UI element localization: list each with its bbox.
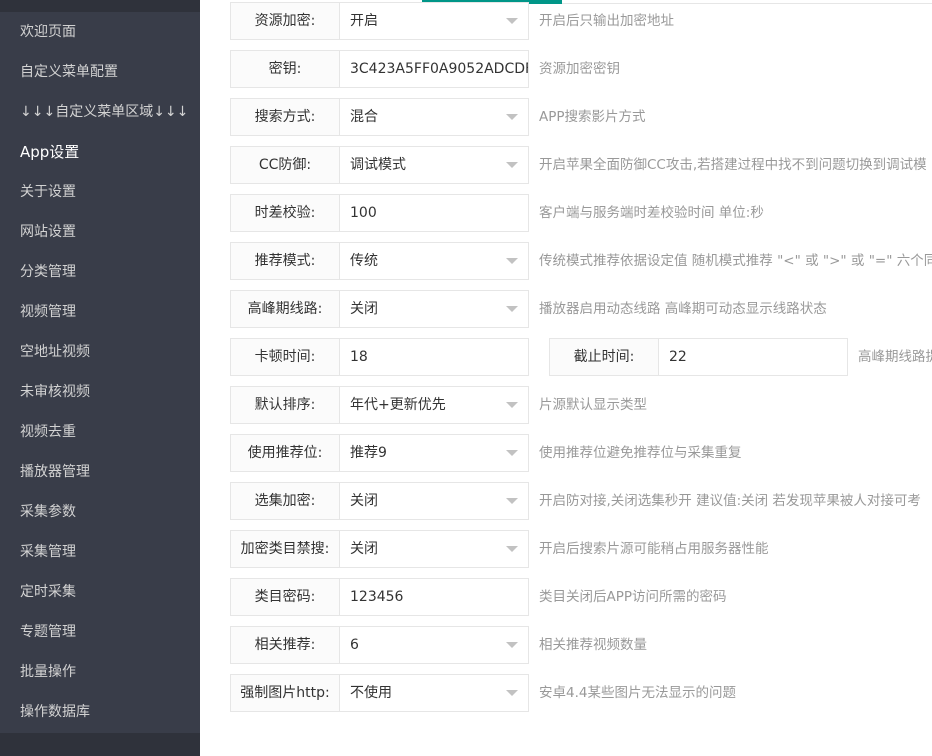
field-select[interactable]: 关闭 [340,530,529,568]
field-hint: 开启苹果全面防御CC攻击,若搭建过程中找不到问题切换到调试模 [539,157,927,173]
chevron-down-icon [506,450,518,456]
sidebar-item[interactable]: 网站设置 [0,212,200,252]
sidebar-item[interactable]: 分类管理 [0,252,200,292]
chevron-down-icon [506,18,518,24]
field-hint: APP搜索影片方式 [539,109,646,125]
field-hint: 片源默认显示类型 [539,397,647,413]
field-hint: 安卓4.4某些图片无法显示的问题 [539,685,736,701]
field-hint: 相关推荐视频数量 [539,637,647,653]
field-label: 搜索方式: [230,98,340,136]
sidebar-item[interactable]: ↓↓↓自定义菜单区域↓↓↓ [0,92,200,132]
sidebar-item[interactable]: 未审核视频 [0,372,200,412]
field-value: 22 [669,349,687,365]
sidebar-item[interactable]: 播放器管理 [0,452,200,492]
sidebar-nav: 欢迎页面 自定义菜单配置 ↓↓↓自定义菜单区域↓↓↓ App设置 关于设置 网站设置 分类管… [0,0,200,756]
field-select[interactable]: 关闭 [340,290,529,328]
field-label: 选集加密: [230,482,340,520]
field-value: 开启 [350,13,378,29]
field-hint: 客户端与服务端时差校验时间 单位:秒 [539,205,764,221]
field-label: 默认排序: [230,386,340,424]
field-label: 资源加密: [230,2,340,40]
chevron-down-icon [506,258,518,264]
field-value: 年代+更新优先 [350,397,446,413]
field-label: 加密类目禁搜: [230,530,340,568]
sidebar-item[interactable]: 视频管理 [0,292,200,332]
field-label: 密钥: [230,50,340,88]
field-value: 123456 [350,589,404,605]
field-value: 传统 [350,253,378,269]
field-select[interactable]: 6 [340,626,529,664]
sidebar-item[interactable]: 批量操作 [0,652,200,692]
sidebar-item[interactable]: App设置 [0,132,200,172]
field-select[interactable]: 不使用 [340,674,529,712]
field-select[interactable]: 调试模式 [340,146,529,184]
chevron-down-icon [506,306,518,312]
field-hint: 开启后只输出加密地址 [539,13,674,29]
sidebar-item[interactable]: 操作数据库 [0,692,200,732]
field-hint: 类目关闭后APP访问所需的密码 [539,589,727,605]
chevron-down-icon [506,642,518,648]
field-hint: 开启防对接,关闭选集秒开 建议值:关闭 若发现苹果被人对接可考 [539,493,921,509]
field-hint: 传统模式推荐依据设定值 随机模式推荐 "<" 或 ">" 或 "=" 六个同 [539,253,932,269]
field-input[interactable]: 3C423A5FF0A9052ADCDFA [340,50,529,88]
field-label: 卡顿时间: [230,338,340,376]
field-value: 3C423A5FF0A9052ADCDFA [350,61,529,77]
field-input[interactable]: 100 [340,194,529,232]
field-select[interactable]: 年代+更新优先 [340,386,529,424]
field-input[interactable]: 123456 [340,578,529,616]
field-select[interactable]: 传统 [340,242,529,280]
chevron-down-icon [506,546,518,552]
field-hint: 资源加密密钥 [539,61,620,77]
field-label: 使用推荐位: [230,434,340,472]
field-value: 100 [350,205,377,221]
field-label: 时差校验: [230,194,340,232]
field-value: 关闭 [350,541,378,557]
field-label: 截止时间: [549,338,659,376]
field-value: 推荐9 [350,445,387,461]
sidebar-item[interactable]: 专题管理 [0,612,200,652]
field-label: 高峰期线路: [230,290,340,328]
field-select[interactable]: 推荐9 [340,434,529,472]
sidebar-item[interactable]: 空地址视频 [0,332,200,372]
chevron-down-icon [506,402,518,408]
field-label: 强制图片http: [230,674,340,712]
chevron-down-icon [506,690,518,696]
field-label: 类目密码: [230,578,340,616]
field-select[interactable]: 关闭 [340,482,529,520]
sidebar-item[interactable]: 采集管理 [0,532,200,572]
chevron-down-icon [506,114,518,120]
field-value: 关闭 [350,493,378,509]
chevron-down-icon [506,498,518,504]
field-select[interactable]: 混合 [340,98,529,136]
sidebar-item[interactable]: 欢迎页面 [0,12,200,52]
field-value: 不使用 [350,685,392,701]
field-value: 关闭 [350,301,378,317]
sidebar-item[interactable]: 视频去重 [0,412,200,452]
field-input[interactable]: 18 [340,338,529,376]
field-value: 18 [350,349,368,365]
field-input[interactable]: 22 [659,338,848,376]
settings-form-area: 资源加密: 开启 开启后只输出加密地址密钥: 3C423A5FF0A9052ADCDF… [200,0,932,756]
chevron-down-icon [506,162,518,168]
sidebar-top-strip [0,0,200,12]
sidebar-item[interactable]: 采集参数 [0,492,200,532]
field-value: 6 [350,637,359,653]
field-label: 推荐模式: [230,242,340,280]
sidebar-item[interactable]: 关于设置 [0,172,200,212]
sidebar-bottom-strip [0,733,200,756]
field-value: 混合 [350,109,378,125]
sidebar-item[interactable]: 自定义菜单配置 [0,52,200,92]
field-select[interactable]: 开启 [340,2,529,40]
sidebar-item[interactable]: 定时采集 [0,572,200,612]
field-hint: 使用推荐位避免推荐位与采集重复 [539,445,742,461]
field-hint: 开启后搜索片源可能稍占用服务器性能 [539,541,769,557]
field-hint: 播放器启用动态线路 高峰期可动态显示线路状态 [539,301,827,317]
field-label: 相关推荐: [230,626,340,664]
field-hint: 高峰期线路提 [858,349,932,365]
field-value: 调试模式 [350,157,406,173]
field-label: CC防御: [230,146,340,184]
